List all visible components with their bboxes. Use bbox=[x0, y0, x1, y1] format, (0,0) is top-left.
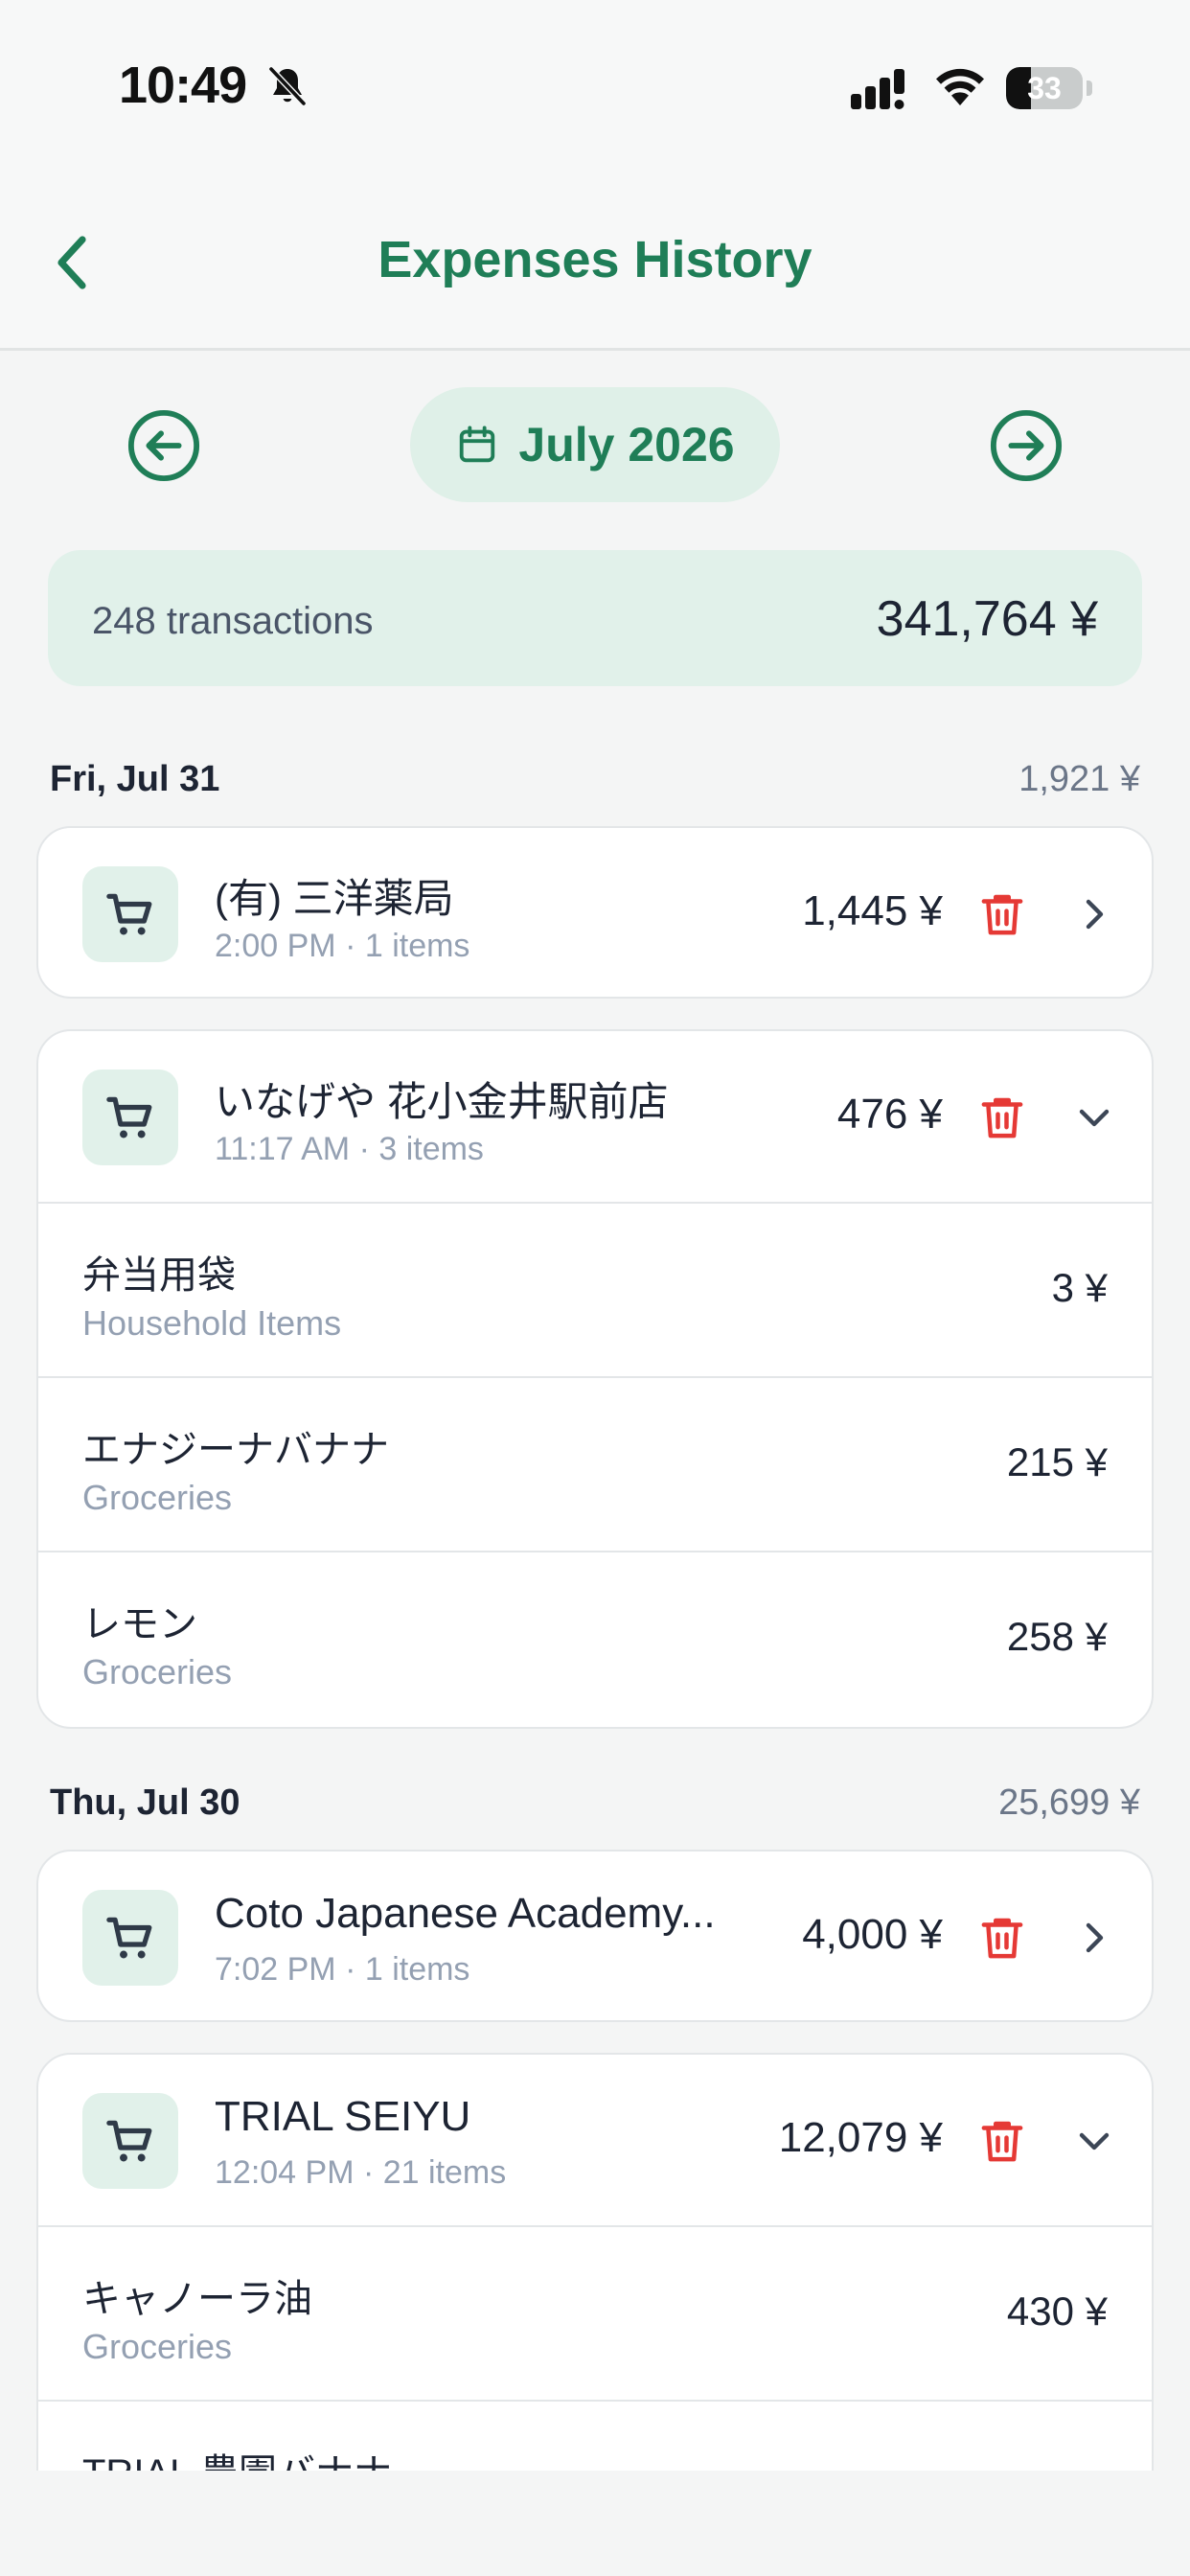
line-item-row[interactable]: 弁当用袋 Household Items 3 ¥ bbox=[38, 1202, 1152, 1376]
bottom-safe-area bbox=[0, 2471, 1190, 2576]
chevron-right-icon bbox=[1086, 899, 1104, 930]
next-month-button[interactable] bbox=[989, 408, 1064, 483]
status-bar: 10:49 33 bbox=[0, 0, 1190, 172]
transaction-card-expanded[interactable]: いなげや 花小金井駅前店 11:17 AM · 3 items 476 ¥ 弁当… bbox=[36, 1029, 1154, 1729]
month-picker-button[interactable]: July 2026 bbox=[410, 387, 780, 502]
battery-level: 33 bbox=[1027, 70, 1062, 105]
shopping-cart-icon bbox=[106, 1917, 152, 1959]
status-time: 10:49 bbox=[119, 57, 247, 114]
transaction-count: 248 transactions bbox=[92, 600, 374, 642]
item-amount: 258 ¥ bbox=[1006, 1614, 1108, 1659]
transaction-amount: 4,000 ¥ bbox=[802, 1911, 943, 1958]
line-item-row[interactable]: レモン Groceries 258 ¥ bbox=[38, 1551, 1152, 1725]
transaction-row[interactable]: TRIAL SEIYU 12:04 PM · 21 items 12,079 ¥ bbox=[38, 2055, 1152, 2225]
delete-button[interactable] bbox=[973, 1909, 1031, 1966]
back-button[interactable] bbox=[42, 228, 103, 297]
line-item-row[interactable]: エナジーナバナナ Groceries 215 ¥ bbox=[38, 1376, 1152, 1551]
item-name: レモン bbox=[82, 1603, 197, 1645]
trash-icon bbox=[981, 1918, 1023, 1959]
item-category: Groceries bbox=[82, 1478, 233, 1517]
chevron-down-icon bbox=[1079, 1109, 1110, 1127]
item-category: Groceries bbox=[82, 2327, 233, 2366]
merchant-name: (有) 三洋薬局 bbox=[215, 876, 454, 921]
delete-button[interactable] bbox=[973, 886, 1031, 943]
category-icon-box bbox=[82, 1070, 178, 1165]
chevron-left-icon bbox=[57, 236, 86, 289]
trash-icon bbox=[981, 894, 1023, 935]
transaction-amount: 476 ¥ bbox=[836, 1091, 943, 1138]
transaction-meta: 12:04 PM · 21 items bbox=[215, 2154, 507, 2191]
month-summary-card: 248 transactions 341,764 ¥ bbox=[48, 550, 1142, 686]
day-total: 25,699 ¥ bbox=[998, 1782, 1140, 1823]
category-icon-box bbox=[82, 2093, 178, 2189]
page-title: Expenses History bbox=[378, 231, 812, 288]
shopping-cart-icon bbox=[106, 893, 152, 935]
bell-muted-icon bbox=[268, 66, 307, 106]
category-icon-box bbox=[82, 1890, 178, 1986]
month-total: 341,764 ¥ bbox=[876, 591, 1098, 647]
item-name: 弁当用袋 bbox=[82, 1254, 236, 1297]
merchant-name: TRIAL SEIYU bbox=[215, 2093, 471, 2140]
transaction-card[interactable]: Coto Japanese Academy... 7:02 PM · 1 ite… bbox=[36, 1850, 1154, 2022]
merchant-name: Coto Japanese Academy... bbox=[215, 1890, 716, 1937]
transaction-card[interactable]: (有) 三洋薬局 2:00 PM · 1 items 1,445 ¥ bbox=[36, 826, 1154, 999]
transaction-meta: 11:17 AM · 3 items bbox=[215, 1131, 484, 1167]
disclosure-button[interactable] bbox=[1067, 887, 1121, 941]
cellular-signal-icon bbox=[851, 69, 904, 109]
item-category: Household Items bbox=[82, 1303, 342, 1343]
transaction-meta: 2:00 PM · 1 items bbox=[215, 928, 470, 964]
day-label: Fri, Jul 31 bbox=[50, 759, 220, 799]
merchant-name: いなげや 花小金井駅前店 bbox=[215, 1079, 669, 1124]
item-amount: 430 ¥ bbox=[1006, 2288, 1108, 2334]
disclosure-button[interactable] bbox=[1067, 1911, 1121, 1965]
month-selector: July 2026 bbox=[0, 387, 1190, 502]
shopping-cart-icon bbox=[106, 2120, 152, 2162]
calendar-icon bbox=[460, 426, 495, 463]
category-icon-box bbox=[82, 866, 178, 962]
line-item-row[interactable]: キャノーラ油 Groceries 430 ¥ bbox=[38, 2225, 1152, 2400]
day-total: 1,921 ¥ bbox=[1018, 759, 1140, 799]
item-amount: 215 ¥ bbox=[1006, 1439, 1108, 1484]
collapse-button[interactable] bbox=[1067, 1091, 1121, 1144]
navigation-bar: Expenses History bbox=[0, 172, 1190, 351]
chevron-down-icon bbox=[1079, 2132, 1110, 2150]
transaction-meta: 7:02 PM · 1 items bbox=[215, 1951, 470, 1988]
wifi-icon bbox=[936, 68, 984, 105]
item-category: Groceries bbox=[82, 1652, 233, 1691]
transaction-row[interactable]: Coto Japanese Academy... 7:02 PM · 1 ite… bbox=[38, 1852, 1152, 2020]
transaction-amount: 12,079 ¥ bbox=[778, 2114, 943, 2161]
trash-icon bbox=[981, 1097, 1023, 1138]
month-label: July 2026 bbox=[518, 418, 735, 472]
battery-indicator: 33 bbox=[1006, 67, 1083, 109]
previous-month-button[interactable] bbox=[126, 408, 201, 483]
item-name: キャノーラ油 bbox=[82, 2278, 312, 2320]
item-name: エナジーナバナナ bbox=[82, 1429, 389, 1471]
trash-icon bbox=[981, 2121, 1023, 2162]
delete-button[interactable] bbox=[973, 2112, 1031, 2170]
battery-nub bbox=[1087, 80, 1092, 96]
transaction-amount: 1,445 ¥ bbox=[802, 887, 943, 934]
day-label: Thu, Jul 30 bbox=[50, 1782, 240, 1823]
day-header: Fri, Jul 31 1,921 ¥ bbox=[50, 759, 1140, 807]
transaction-row[interactable]: (有) 三洋薬局 2:00 PM · 1 items 1,445 ¥ bbox=[38, 828, 1152, 997]
shopping-cart-icon bbox=[106, 1096, 152, 1138]
collapse-button[interactable] bbox=[1067, 2114, 1121, 2168]
day-header: Thu, Jul 30 25,699 ¥ bbox=[50, 1782, 1140, 1830]
delete-button[interactable] bbox=[973, 1089, 1031, 1146]
chevron-right-icon bbox=[1086, 1922, 1104, 1953]
item-amount: 3 ¥ bbox=[1051, 1265, 1108, 1310]
transaction-row[interactable]: いなげや 花小金井駅前店 11:17 AM · 3 items 476 ¥ bbox=[38, 1031, 1152, 1202]
